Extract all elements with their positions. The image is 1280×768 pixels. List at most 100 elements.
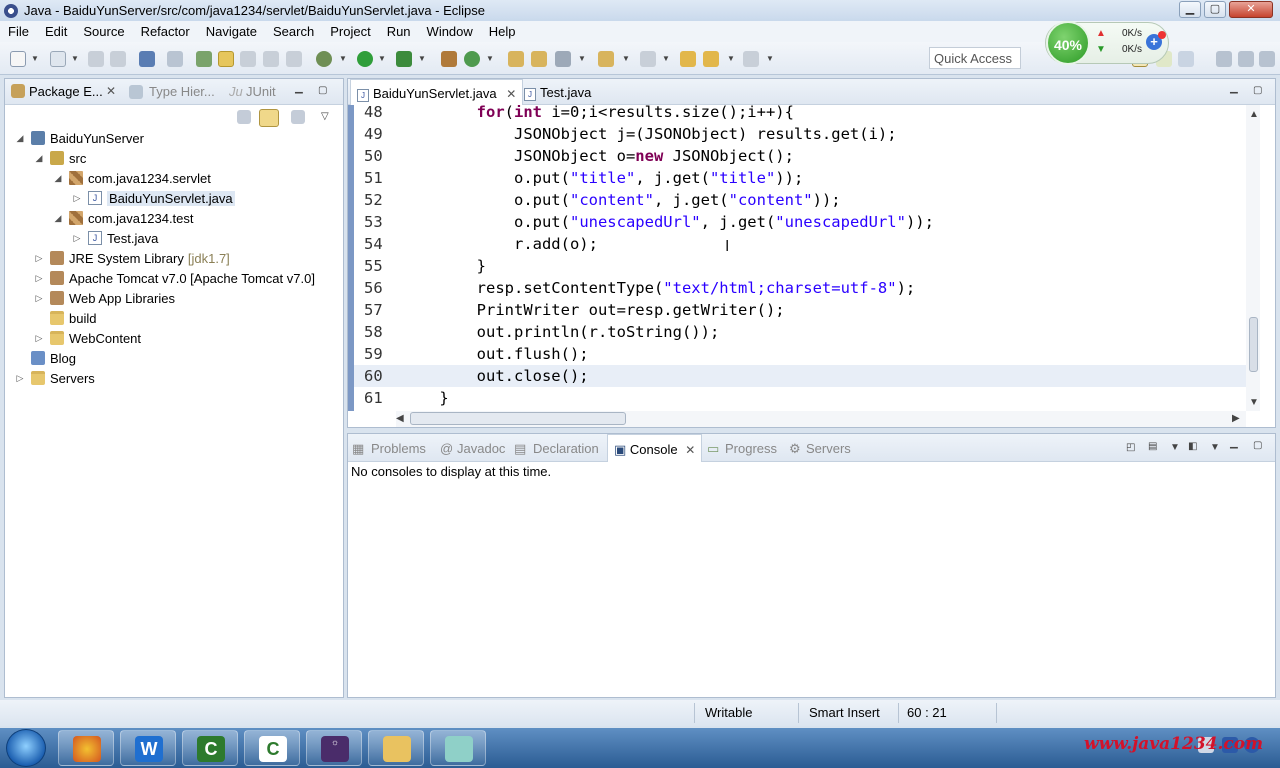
taskbar-app-explorer[interactable] [368, 730, 424, 766]
maximize-view-icon[interactable]: ▢ [318, 85, 327, 96]
annotation-dropdown-icon[interactable]: ▼ [622, 54, 630, 63]
menu-navigate[interactable]: Navigate [198, 24, 265, 39]
tree-project-blog[interactable]: Blog [15, 348, 76, 368]
skip-breakpoints-icon[interactable] [167, 51, 183, 67]
start-button[interactable] [6, 729, 46, 767]
external-tools-dropdown-icon[interactable]: ▼ [418, 54, 426, 63]
tab-declaration[interactable]: Declaration [533, 441, 599, 456]
open-type-icon[interactable] [50, 51, 66, 67]
scroll-left-icon[interactable]: ◀ [396, 413, 404, 424]
menu-file[interactable]: File [0, 24, 37, 39]
expanded-icon[interactable]: ◢ [34, 153, 44, 164]
tools-icon[interactable] [1259, 51, 1275, 67]
collapsed-icon[interactable]: ▷ [72, 193, 82, 204]
format-icon[interactable] [286, 51, 302, 67]
collapsed-icon[interactable]: ▷ [34, 333, 44, 344]
menu-run[interactable]: Run [379, 24, 419, 39]
menu-edit[interactable]: Edit [37, 24, 75, 39]
view-menu-icon[interactable]: ▼ [1210, 442, 1220, 453]
focus-icon[interactable] [291, 110, 305, 124]
new-dropdown-icon[interactable]: ▼ [31, 54, 39, 63]
taskbar-app-eclipse[interactable]: ☼ [306, 730, 362, 766]
show-whitespace-icon[interactable] [263, 51, 279, 67]
tree-file-test[interactable]: ▷ J Test.java [72, 228, 159, 248]
close-icon[interactable]: ✕ [506, 87, 516, 101]
tree-file-baiduyunservlet[interactable]: ▷ J BaiduYunServlet.java [72, 188, 235, 208]
tab-problems[interactable]: Problems [371, 441, 426, 456]
menu-source[interactable]: Source [75, 24, 132, 39]
tab-javadoc[interactable]: Javadoc [457, 441, 505, 456]
code-editor[interactable]: 48 for(int i=0;i<results.size();i++){ 49… [348, 105, 1246, 411]
tab-type-hierarchy[interactable]: Type Hier... [149, 84, 215, 99]
display-console-dropdown-icon[interactable]: ▼ [1170, 442, 1180, 453]
maximize-button[interactable]: ▢ [1204, 1, 1226, 18]
collapsed-icon[interactable]: ▷ [34, 293, 44, 304]
collapse-all-icon[interactable] [237, 110, 251, 124]
back-dropdown-icon[interactable]: ▼ [727, 54, 735, 63]
forward-dropdown-icon[interactable]: ▼ [766, 54, 774, 63]
perspective-icon-2[interactable] [1178, 51, 1194, 67]
run-icon[interactable] [357, 51, 373, 67]
last-edit-dropdown-icon[interactable]: ▼ [662, 54, 670, 63]
tree-build[interactable]: build [34, 308, 96, 328]
block-selection-icon[interactable] [240, 51, 256, 67]
menu-project[interactable]: Project [322, 24, 378, 39]
tab-baiduyunservlet[interactable]: J BaiduYunServlet.java ✕ [350, 79, 524, 105]
close-icon[interactable]: ✕ [106, 84, 116, 98]
tab-test[interactable]: J Test.java [518, 79, 597, 105]
new-icon[interactable] [10, 51, 26, 67]
highlight-icon[interactable] [218, 51, 234, 67]
display-console-icon[interactable]: ▤ [1148, 441, 1157, 452]
tree-jre-library[interactable]: ▷ JRE System Library [jdk1.7] [34, 248, 230, 268]
close-icon[interactable]: ✕ [685, 443, 695, 457]
debug-dropdown-icon[interactable]: ▼ [339, 54, 347, 63]
tab-junit[interactable]: JUnit [246, 84, 276, 99]
new-package-icon[interactable] [441, 51, 457, 67]
search-icon[interactable] [555, 51, 571, 67]
tab-package-explorer[interactable]: Package E... [29, 84, 103, 99]
tree-project-servers[interactable]: ▷ Servers [15, 368, 95, 388]
collapsed-icon[interactable]: ▷ [72, 233, 82, 244]
maximize-view-icon[interactable]: ▢ [1253, 440, 1262, 451]
last-edit-icon[interactable] [640, 51, 656, 67]
expanded-icon[interactable]: ◢ [53, 213, 63, 224]
vertical-scroll-thumb[interactable] [1249, 317, 1258, 372]
run-dropdown-icon[interactable]: ▼ [378, 54, 386, 63]
tree-src[interactable]: ◢ src [34, 148, 87, 168]
tree-package-servlet[interactable]: ◢ com.java1234.servlet [53, 168, 211, 188]
taskbar-app-notes[interactable] [430, 730, 486, 766]
minimize-view-icon[interactable]: ▁ [1230, 438, 1238, 449]
minimize-button[interactable]: ▁ [1179, 1, 1201, 18]
taskbar-app-wps[interactable]: W [120, 730, 176, 766]
minimize-view-icon[interactable]: ▁ [295, 83, 303, 94]
scroll-up-icon[interactable]: ▲ [1249, 109, 1259, 120]
tree-project-baiduyunserver[interactable]: ◢ BaiduYunServer [15, 128, 144, 148]
toggle-mark-icon[interactable] [196, 51, 212, 67]
next-annotation-icon[interactable] [598, 51, 614, 67]
new-console-icon[interactable]: ◧ [1188, 441, 1197, 452]
taskbar-app-1[interactable] [58, 730, 114, 766]
menu-window[interactable]: Window [419, 24, 481, 39]
tree-tomcat-library[interactable]: ▷ Apache Tomcat v7.0 [Apache Tomcat v7.0… [34, 268, 315, 288]
debug-icon[interactable] [316, 51, 332, 67]
tab-servers[interactable]: Servers [806, 441, 851, 456]
taskbar-app-camtasia-2[interactable]: C [244, 730, 300, 766]
tree-webapp-libraries[interactable]: ▷ Web App Libraries [34, 288, 175, 308]
new-class-icon[interactable] [464, 51, 480, 67]
collapsed-icon[interactable]: ▷ [34, 253, 44, 264]
save-icon[interactable] [88, 51, 104, 67]
tab-console[interactable]: ▣ Console ✕ [607, 434, 703, 462]
console-icon[interactable] [139, 51, 155, 67]
tree-webcontent[interactable]: ▷ WebContent [34, 328, 142, 348]
collapsed-icon[interactable]: ▷ [34, 273, 44, 284]
horizontal-scroll-thumb[interactable] [410, 412, 626, 425]
scroll-down-icon[interactable]: ▼ [1249, 397, 1259, 408]
minimize-editor-icon[interactable]: ▁ [1230, 83, 1238, 94]
menu-refactor[interactable]: Refactor [133, 24, 198, 39]
forward-icon[interactable] [743, 51, 759, 67]
expanded-icon[interactable]: ◢ [53, 173, 63, 184]
open-resource-icon[interactable] [531, 51, 547, 67]
taskbar-app-camtasia[interactable]: C [182, 730, 238, 766]
tab-progress[interactable]: Progress [725, 441, 777, 456]
open-perspective-icon[interactable] [1216, 51, 1232, 67]
